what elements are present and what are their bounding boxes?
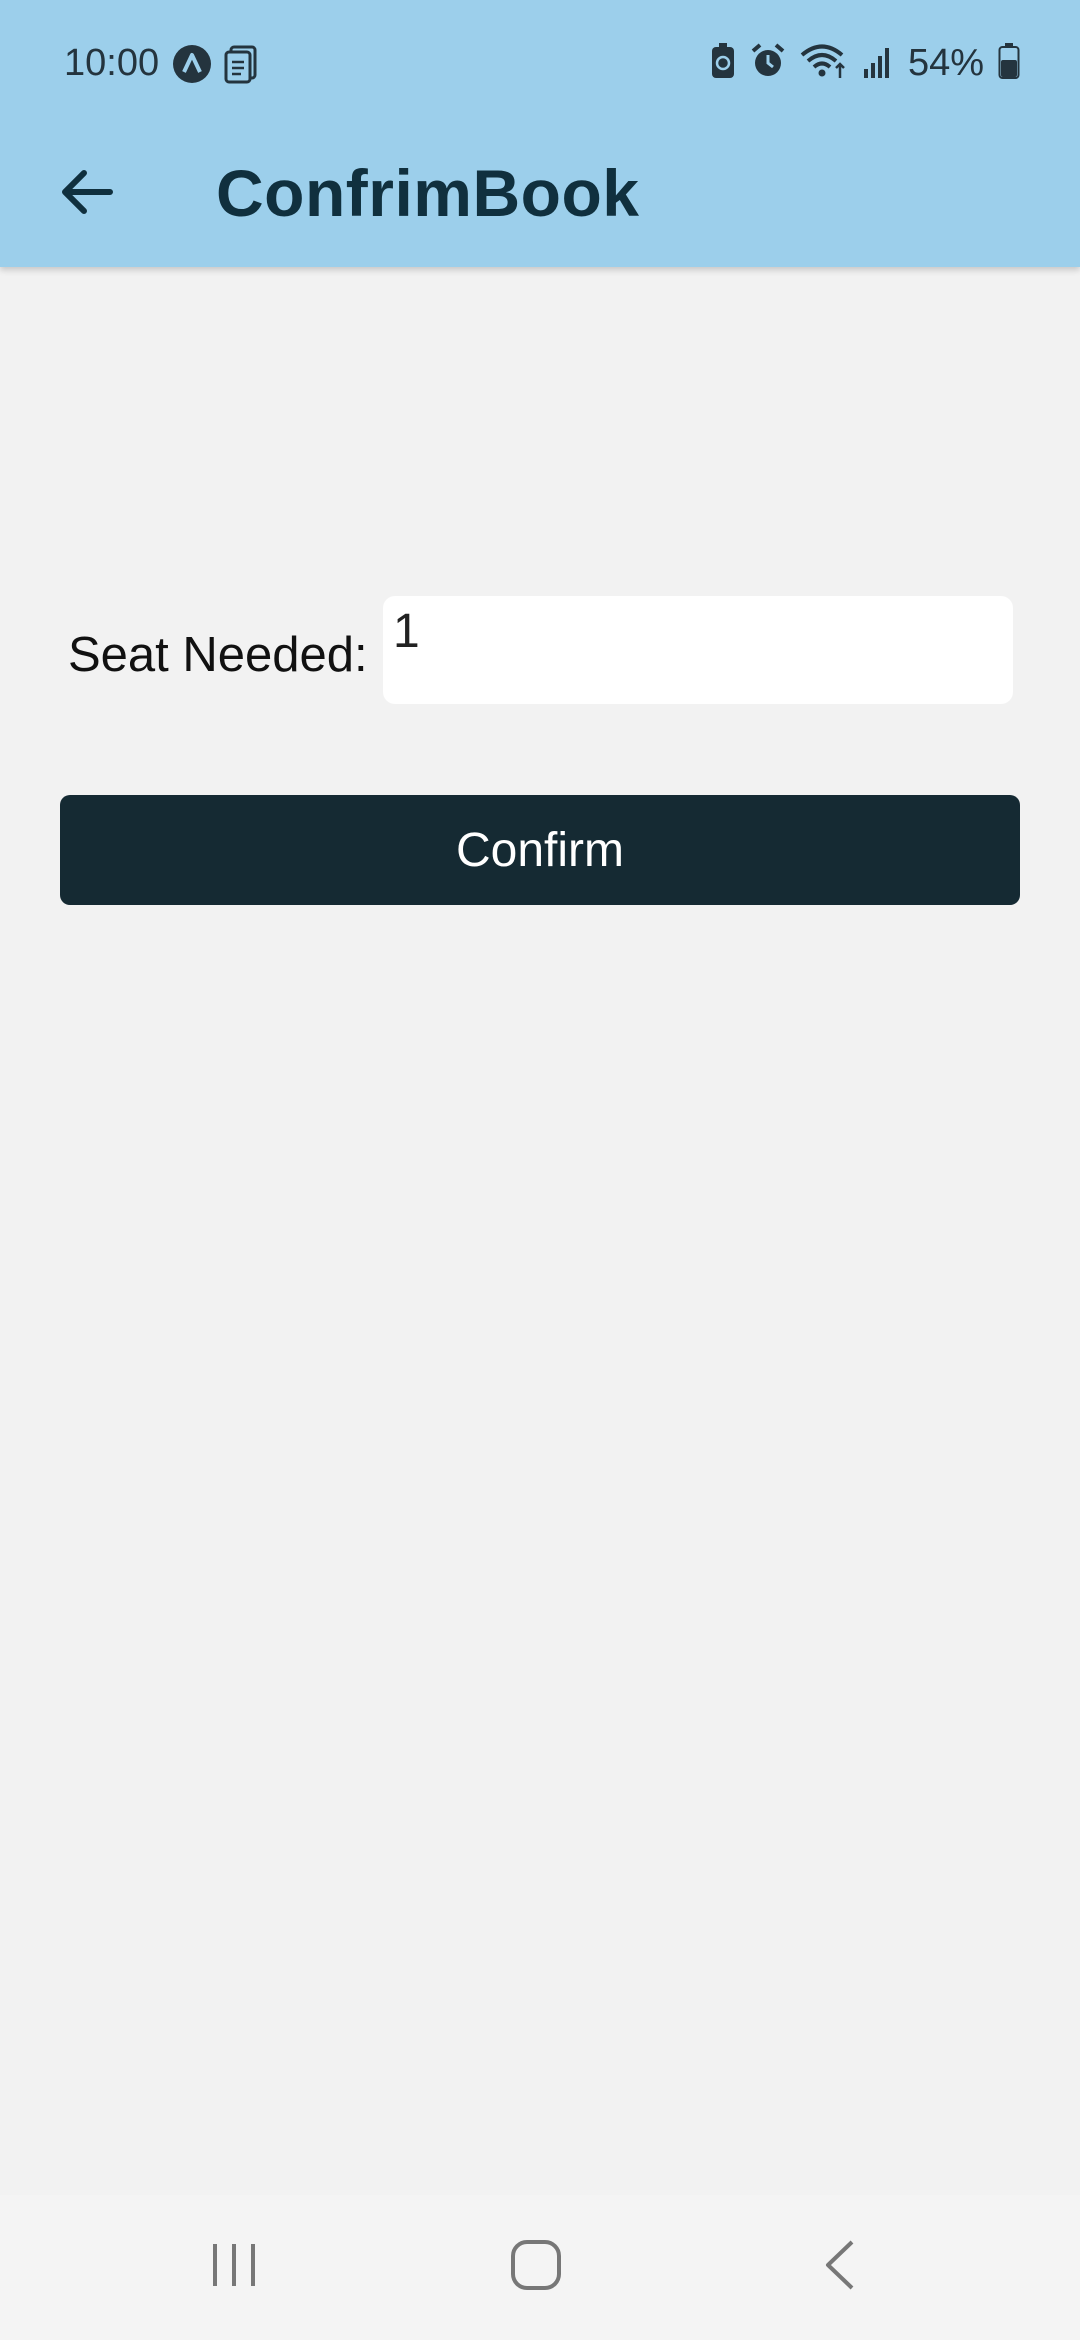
header: 10:00 54% ConfrimBook: [0, 0, 1080, 267]
home-button[interactable]: [436, 2195, 636, 2340]
page-title: ConfrimBook: [216, 156, 640, 230]
wifi-icon: [800, 42, 848, 85]
signal-icon: [862, 43, 894, 84]
nav-back-button[interactable]: [740, 2195, 940, 2340]
seat-needed-label: Seat Needed:: [68, 628, 368, 682]
document-icon: [224, 44, 258, 89]
seat-needed-input[interactable]: 1: [383, 596, 1013, 704]
back-icon: [822, 2238, 858, 2297]
status-right: 54%: [710, 38, 1020, 88]
screen: 10:00 54% ConfrimBook Seat Needed: 1 Con…: [0, 0, 1080, 2340]
home-icon: [509, 2238, 563, 2297]
battery-icon: [998, 42, 1020, 85]
status-time: 10:00: [64, 42, 160, 84]
arrow-left-icon: [58, 168, 114, 221]
battery-saver-icon: [710, 42, 736, 85]
status-left-icons: [172, 44, 258, 89]
confirm-button[interactable]: Confirm: [60, 795, 1020, 905]
recent-apps-button[interactable]: [134, 2195, 334, 2340]
app-bar: ConfrimBook: [0, 130, 1080, 267]
recent-apps-icon: [209, 2240, 259, 2295]
back-button[interactable]: [44, 152, 128, 236]
battery-percent: 54%: [907, 42, 984, 84]
system-nav-bar: [0, 2195, 1080, 2340]
seat-needed-value: 1: [393, 605, 420, 658]
status-bar: 10:00 54%: [0, 0, 1080, 130]
app-notification-icon: [172, 44, 212, 89]
alarm-icon: [750, 42, 786, 85]
